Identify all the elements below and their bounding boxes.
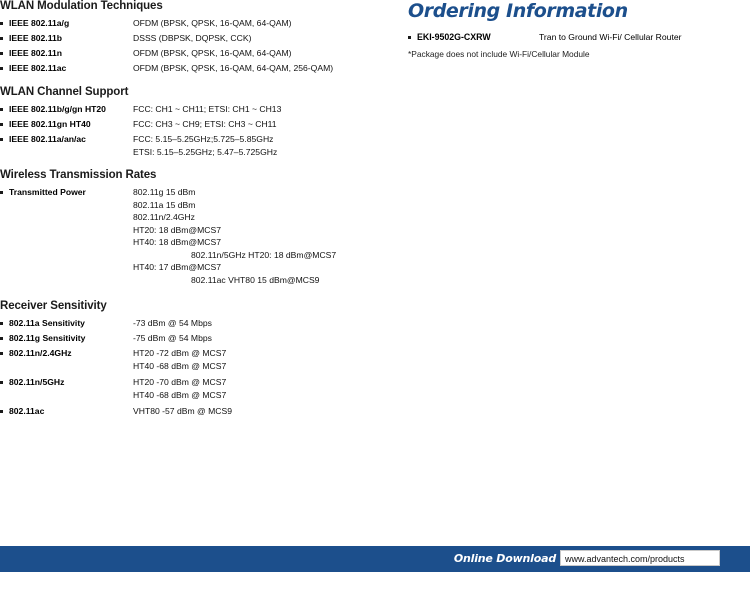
spec-label: 802.11ac [9, 406, 45, 416]
bullet-icon [0, 376, 9, 389]
left-column: WLAN Modulation Techniques IEEE 802.11a/… [0, 0, 404, 429]
spec-value-line: HT40: 18 dBm@MCS7 [133, 237, 222, 247]
bullet-icon [0, 62, 9, 75]
spec-label: IEEE 802.11a/g [9, 18, 70, 28]
section-title: WLAN Modulation Techniques [0, 0, 163, 12]
spec-row: 802.11ac VHT80 -57 dBm @ MCS9 [0, 405, 404, 418]
spec-value-group: HT20 -70 dBm @ MCS7 HT40 -68 dBm @ MCS7 [133, 376, 404, 401]
document-page: WLAN Modulation Techniques IEEE 802.11a/… [0, 0, 750, 591]
ordering-description: Tran to Ground Wi-Fi/ Cellular Router [539, 32, 682, 42]
spec-value: FCC: CH3 ~ CH9; ETSI: CH3 ~ CH11 [133, 119, 277, 129]
spec-label: IEEE 802.11b [9, 33, 63, 43]
section-title: Wireless Transmission Rates [0, 169, 157, 181]
spec-row: 802.11n/5GHz HT20 -70 dBm @ MCS7 HT40 -6… [0, 376, 404, 401]
spec-value-line: HT40 -68 dBm @ MCS7 [133, 360, 227, 371]
spec-row: 802.11g Sensitivity -75 dBm @ 54 Mbps [0, 332, 404, 345]
spec-row: IEEE 802.11a/g OFDM (BPSK, QPSK, 16-QAM,… [0, 17, 404, 30]
section-title: Receiver Sensitivity [0, 300, 107, 312]
spec-label: 802.11a Sensitivity [9, 318, 85, 328]
spec-label: IEEE 802.11n [9, 48, 63, 58]
section-wireless-transmission-rates: Wireless Transmission Rates Transmitted … [0, 169, 404, 286]
spec-row: 802.11n/2.4GHz HT20 -72 dBm @ MCS7 HT40 … [0, 347, 404, 372]
bullet-icon [0, 186, 9, 199]
section-title: WLAN Channel Support [0, 86, 129, 98]
spec-value: OFDM (BPSK, QPSK, 16-QAM, 64-QAM) [133, 48, 292, 58]
spec-value-line: FCC: 5.15–5.25GHz;5.725–5.85GHz [133, 134, 274, 144]
ordering-information-title: Ordering Information [408, 0, 628, 22]
spec-value-line: 802.11n/2.4GHz [133, 212, 195, 222]
spec-value-group: HT20 -72 dBm @ MCS7 HT40 -68 dBm @ MCS7 [133, 347, 404, 372]
bullet-icon [0, 317, 9, 330]
spec-row: IEEE 802.11b/g/gn HT20 FCC: CH1 ~ CH11; … [0, 103, 404, 116]
spec-row: IEEE 802.11a/an/ac FCC: 5.15–5.25GHz;5.7… [0, 133, 404, 158]
spec-label: 802.11g Sensitivity [9, 333, 86, 343]
spec-value: DSSS (DBPSK, DQPSK, CCK) [133, 33, 252, 43]
spec-label: 802.11n/2.4GHz [9, 348, 72, 358]
right-column: Ordering Information EKI-9502G-CXRW Tran… [408, 0, 750, 60]
spec-value-group: FCC: 5.15–5.25GHz;5.725–5.85GHz ETSI: 5.… [133, 133, 404, 158]
online-download-label: Online Download [453, 552, 556, 565]
bullet-icon [0, 332, 9, 345]
spec-value-line: 802.11g 15 dBm [133, 187, 196, 197]
spec-row: Transmitted Power 802.11g 15 dBm 802.11a… [0, 186, 404, 286]
ordering-item: EKI-9502G-CXRW Tran to Ground Wi-Fi/ Cel… [408, 31, 750, 44]
bullet-icon [0, 405, 9, 418]
spec-label: Transmitted Power [9, 187, 86, 197]
spec-value-line: HT40: 17 dBm@MCS7 [133, 262, 222, 272]
spec-value: FCC: CH1 ~ CH11; ETSI: CH1 ~ CH13 [133, 104, 282, 114]
spec-row: IEEE 802.11gn HT40 FCC: CH3 ~ CH9; ETSI:… [0, 118, 404, 131]
bullet-icon [0, 118, 9, 131]
spec-value-line: HT20: 18 dBm@MCS7 [133, 224, 222, 235]
spec-row: 802.11a Sensitivity -73 dBm @ 54 Mbps [0, 317, 404, 330]
spec-value: OFDM (BPSK, QPSK, 16-QAM, 64-QAM, 256-QA… [133, 63, 334, 73]
spec-value: OFDM (BPSK, QPSK, 16-QAM, 64-QAM) [133, 18, 292, 28]
bullet-icon [408, 31, 417, 44]
spec-value-line: HT20 -72 dBm @ MCS7 [133, 348, 227, 358]
spec-value: -73 dBm @ 54 Mbps [133, 318, 212, 328]
spec-value-line: HT40 -68 dBm @ MCS7 [133, 389, 227, 400]
spec-label: 802.11n/5GHz [9, 377, 65, 387]
bullet-icon [0, 47, 9, 60]
spec-row: IEEE 802.11n OFDM (BPSK, QPSK, 16-QAM, 6… [0, 47, 404, 60]
spec-value-line: 802.11a 15 dBm [133, 199, 196, 210]
spec-row: IEEE 802.11b DSSS (DBPSK, DQPSK, CCK) [0, 32, 404, 45]
bullet-icon [0, 17, 9, 30]
spec-label: IEEE 802.11ac [9, 63, 67, 73]
website-url[interactable]: www.advantech.com/products [560, 550, 720, 566]
ordering-model: EKI-9502G-CXRW [417, 32, 491, 42]
spec-value-line: HT20 -70 dBm @ MCS7 [133, 377, 227, 387]
spec-value-line: ETSI: 5.15–5.25GHz; 5.47–5.725GHz [133, 146, 278, 157]
spec-row: IEEE 802.11ac OFDM (BPSK, QPSK, 16-QAM, … [0, 62, 404, 75]
spec-label: IEEE 802.11gn HT40 [9, 119, 91, 129]
spec-value-line: 802.11n/5GHz HT20: 18 dBm@MCS7 [191, 249, 337, 260]
section-wlan-modulation: WLAN Modulation Techniques IEEE 802.11a/… [0, 0, 404, 75]
section-receiver-sensitivity: Receiver Sensitivity 802.11a Sensitivity… [0, 300, 404, 418]
bullet-icon [0, 347, 9, 360]
section-wlan-channel-support: WLAN Channel Support IEEE 802.11b/g/gn H… [0, 86, 404, 158]
spec-value: VHT80 -57 dBm @ MCS9 [133, 406, 232, 416]
bullet-icon [0, 133, 9, 146]
spec-value-group: 802.11g 15 dBm 802.11a 15 dBm 802.11n/2.… [133, 186, 404, 286]
spec-value: -75 dBm @ 54 Mbps [133, 333, 212, 343]
ordering-note: *Package does not include Wi-Fi/Cellular… [408, 49, 590, 59]
bullet-icon [0, 103, 9, 116]
spec-label: IEEE 802.11b/g/gn HT20 [9, 104, 106, 114]
spec-label: IEEE 802.11a/an/ac [9, 134, 86, 144]
bullet-icon [0, 32, 9, 45]
spec-value-line: 802.11ac VHT80 15 dBm@MCS9 [191, 274, 320, 285]
